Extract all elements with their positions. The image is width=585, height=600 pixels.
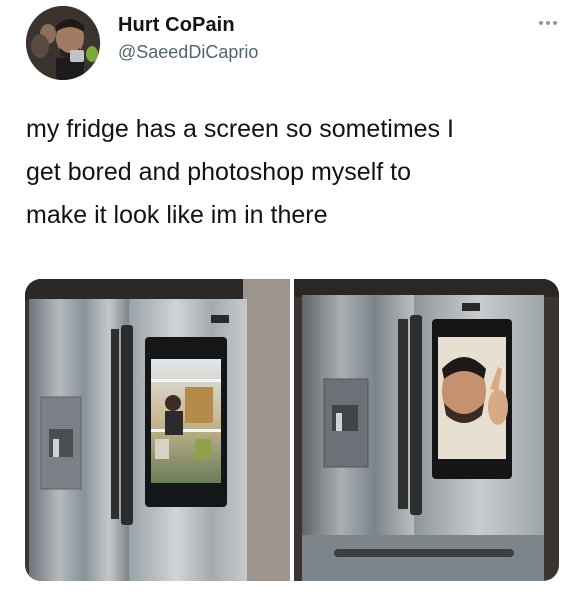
more-options-icon[interactable] bbox=[535, 14, 561, 32]
tweet-text: my fridge has a screen so sometimes I ge… bbox=[26, 115, 454, 229]
dot bbox=[553, 21, 557, 25]
user-handle[interactable]: @SaeedDiCaprio bbox=[118, 42, 258, 63]
fridge-photo-inside-reaching[interactable] bbox=[25, 279, 290, 581]
display-name[interactable]: Hurt CoPain bbox=[118, 14, 235, 37]
tweet-media bbox=[25, 279, 559, 581]
fridge-photo-left bbox=[25, 279, 290, 581]
fridge-photo-face-waving[interactable] bbox=[294, 279, 559, 581]
fridge-photo-right bbox=[294, 279, 559, 581]
avatar-photo bbox=[26, 6, 100, 80]
tweet-card: Hurt CoPain @SaeedDiCaprio my fridge has… bbox=[0, 0, 585, 600]
dot bbox=[539, 21, 543, 25]
dot bbox=[546, 21, 550, 25]
avatar[interactable] bbox=[26, 6, 100, 80]
